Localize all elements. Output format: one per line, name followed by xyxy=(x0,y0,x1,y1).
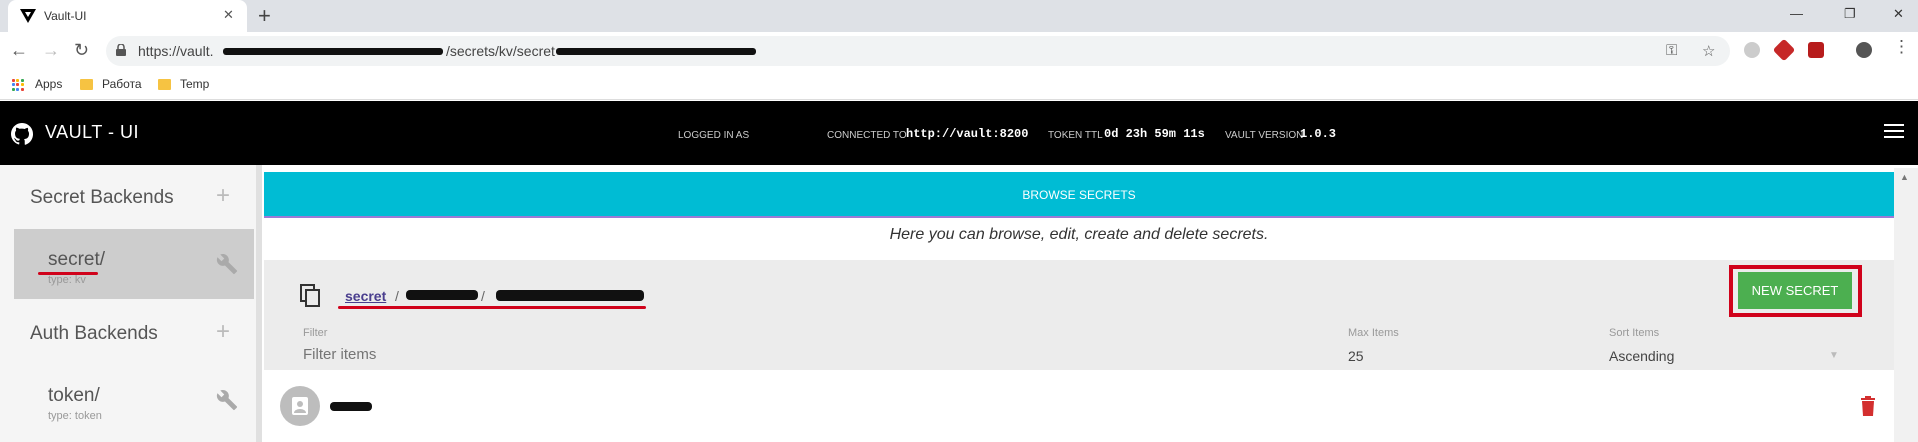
back-button[interactable]: ← xyxy=(10,40,28,60)
browse-secrets-title: BROWSE SECRETS xyxy=(1022,188,1136,202)
github-icon[interactable] xyxy=(11,123,33,145)
chrome-menu-icon[interactable]: ⋮ xyxy=(1893,37,1910,57)
breadcrumb-separator: / xyxy=(481,288,485,304)
app-brand: VAULT - UI xyxy=(45,122,140,142)
secret-avatar-icon xyxy=(280,386,320,426)
connected-to-label: CONNECTED TO xyxy=(827,130,907,141)
vault-version-value: 1.0.3 xyxy=(1300,127,1337,141)
browse-secrets-bar: BROWSE SECRETS xyxy=(264,172,1894,218)
logged-in-label: LOGGED IN AS xyxy=(678,130,750,141)
key-icon[interactable]: ⚿ xyxy=(1666,42,1677,59)
max-items-value[interactable]: 25 xyxy=(1348,348,1364,364)
secret-backends-heading: Secret Backends xyxy=(30,187,174,208)
hamburger-menu-icon[interactable] xyxy=(1884,124,1904,140)
browser-tabstrip: Vault-UI ✕ + — ❐ ✕ xyxy=(0,0,1918,32)
page-description: Here you can browse, edit, create and de… xyxy=(889,226,1269,243)
breadcrumb-root[interactable]: secret xyxy=(345,288,386,304)
sidebar-item-type: type: kv xyxy=(48,274,86,286)
sidebar: Secret Backends + secret/ type: kv Auth … xyxy=(0,165,262,442)
scroll-up-arrow-icon[interactable]: ▲ xyxy=(1900,172,1909,182)
redacted-breadcrumb xyxy=(406,290,478,300)
reload-button[interactable]: ↻ xyxy=(74,40,89,60)
url-path: /secrets/kv/secret xyxy=(446,43,555,59)
redacted-secret-name xyxy=(330,402,372,411)
sidebar-item-label: secret/ xyxy=(48,249,106,270)
breadcrumb-separator: / xyxy=(395,288,399,304)
minimize-button[interactable]: — xyxy=(1790,6,1803,21)
forward-button[interactable]: → xyxy=(42,40,60,60)
secrets-toolbar-panel: secret / / NEW SECRET Filter Max Items 2… xyxy=(264,260,1894,370)
max-items-label: Max Items xyxy=(1348,327,1399,339)
extension-icon[interactable] xyxy=(1744,42,1760,58)
profile-icon[interactable] xyxy=(1856,42,1872,58)
bookmark-folder-rabota[interactable]: Работа xyxy=(102,77,142,91)
delete-icon[interactable] xyxy=(1860,396,1876,416)
wrench-icon[interactable] xyxy=(216,253,238,275)
bookmarks-bar: Apps Работа Temp xyxy=(0,70,1918,100)
filter-label: Filter xyxy=(303,327,328,339)
extension-icon[interactable] xyxy=(1772,38,1796,62)
new-tab-button[interactable]: + xyxy=(258,3,271,29)
sidebar-item-secret[interactable]: secret/ type: kv xyxy=(14,229,254,299)
redacted-breadcrumb xyxy=(496,290,644,301)
token-ttl-value: 0d 23h 59m 11s xyxy=(1104,127,1205,141)
dropdown-arrow-icon[interactable]: ▼ xyxy=(1829,350,1839,361)
folder-icon xyxy=(158,79,171,90)
browser-toolbar: ← → ↻ https://vault. /secrets/kv/secret … xyxy=(0,32,1918,70)
bookmark-apps[interactable]: Apps xyxy=(35,77,62,91)
vault-logo-icon xyxy=(20,9,36,23)
folder-icon xyxy=(80,79,93,90)
auth-backends-heading: Auth Backends xyxy=(30,323,158,344)
browser-tab[interactable]: Vault-UI ✕ xyxy=(8,0,247,32)
secret-list-item[interactable] xyxy=(264,376,1894,442)
maximize-button[interactable]: ❐ xyxy=(1844,6,1856,22)
app-header: VAULT - UI LOGGED IN AS CONNECTED TO htt… xyxy=(0,101,1918,165)
url-prefix: https://vault. xyxy=(138,43,214,59)
wrench-icon[interactable] xyxy=(216,389,238,411)
vault-version-label: VAULT VERSION xyxy=(1225,130,1304,141)
lock-icon xyxy=(116,44,126,56)
tab-close-icon[interactable]: ✕ xyxy=(223,7,234,23)
redacted-url-part xyxy=(223,48,443,55)
address-bar[interactable]: https://vault. /secrets/kv/secret ⚿ ☆ xyxy=(106,36,1730,66)
close-window-button[interactable]: ✕ xyxy=(1893,6,1904,22)
add-auth-backend-icon[interactable]: + xyxy=(216,318,230,346)
annotation-underline xyxy=(338,306,646,309)
sidebar-item-token[interactable]: token/ type: token xyxy=(14,365,254,435)
apps-icon xyxy=(12,79,24,91)
sort-items-select[interactable]: Ascending xyxy=(1609,348,1674,364)
bookmark-star-icon[interactable]: ☆ xyxy=(1702,42,1715,60)
sort-items-label: Sort Items xyxy=(1609,327,1660,339)
connected-to-value: http://vault:8200 xyxy=(906,127,1029,141)
copy-path-icon[interactable] xyxy=(300,284,322,308)
bookmark-folder-temp[interactable]: Temp xyxy=(180,77,209,91)
filter-input[interactable] xyxy=(303,346,803,363)
token-ttl-label: TOKEN TTL xyxy=(1048,130,1103,141)
sidebar-item-label: token/ xyxy=(48,385,100,406)
tab-title: Vault-UI xyxy=(44,9,87,23)
add-secret-backend-icon[interactable]: + xyxy=(216,182,230,210)
new-secret-button[interactable]: NEW SECRET xyxy=(1738,272,1852,309)
redacted-url-part xyxy=(556,48,756,55)
scrollbar[interactable] xyxy=(1894,168,1918,442)
ublock-icon[interactable] xyxy=(1808,42,1824,58)
sidebar-item-type: type: token xyxy=(48,410,102,422)
